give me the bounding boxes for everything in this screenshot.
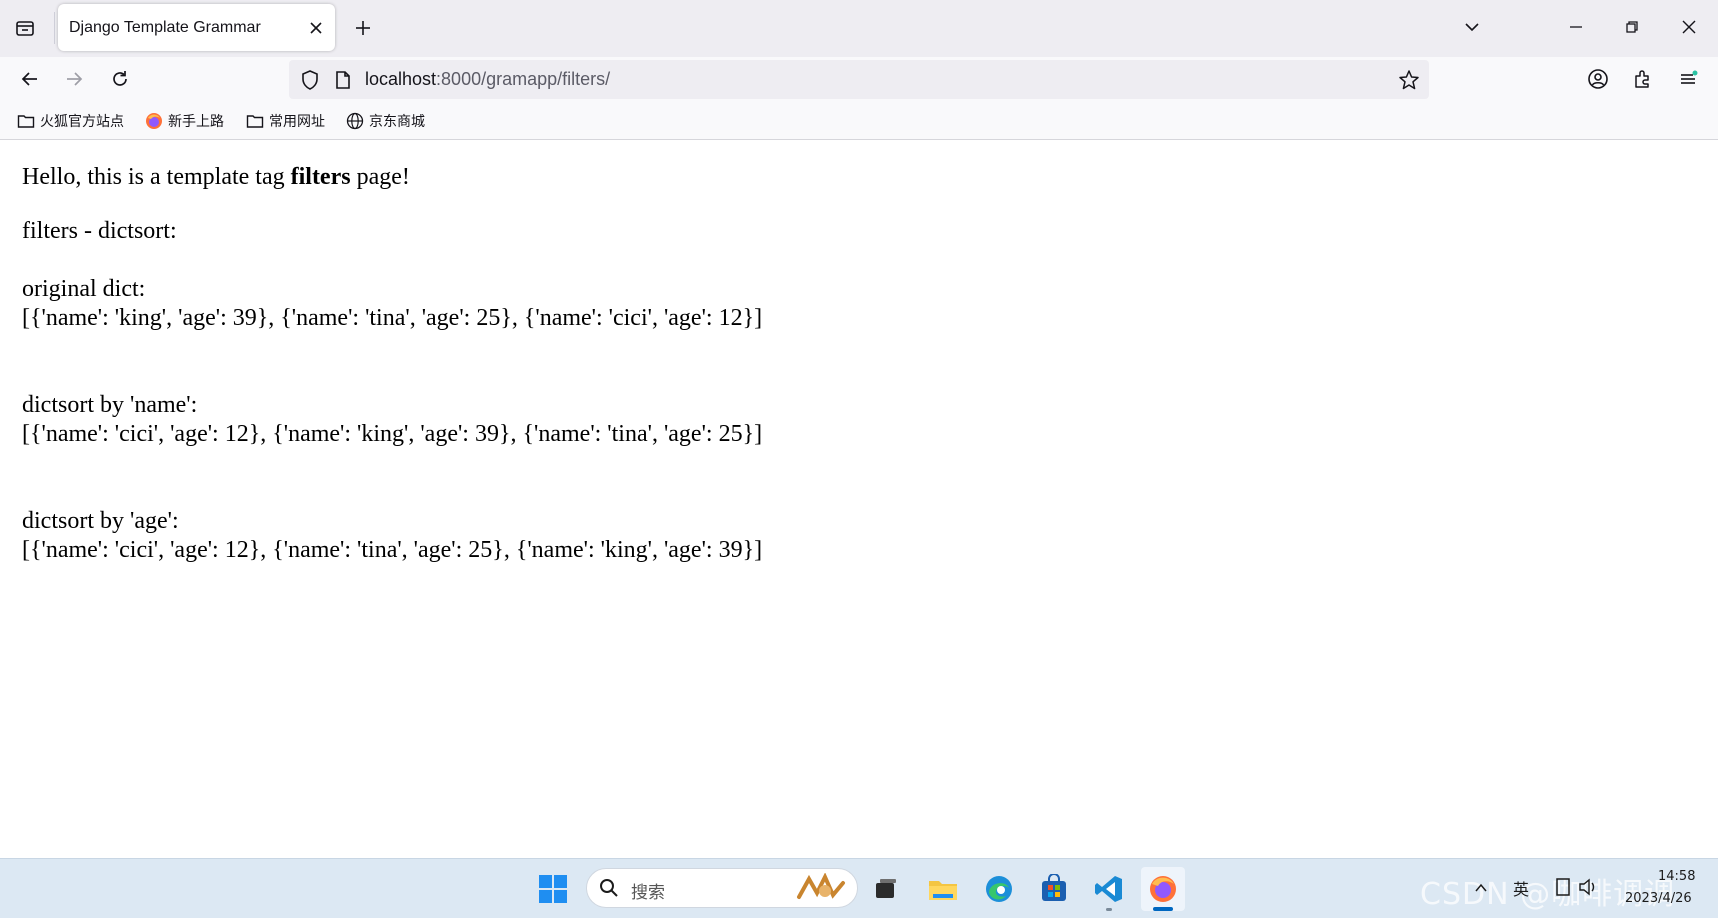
list-all-tabs-button[interactable] xyxy=(1449,5,1495,49)
arrow-left-icon xyxy=(21,72,37,86)
browser-window: Django Template Grammar localhost:8000/g… xyxy=(0,0,1718,918)
tab-strip: Django Template Grammar xyxy=(0,0,1718,57)
extensions-button[interactable] xyxy=(1625,61,1661,97)
close-icon xyxy=(1682,20,1696,34)
new-tab-button[interactable] xyxy=(345,10,381,46)
hamburger-menu-icon xyxy=(1681,70,1698,84)
running-indicator xyxy=(1106,908,1112,911)
back-button[interactable] xyxy=(12,61,48,97)
file-explorer-button[interactable] xyxy=(921,867,965,911)
firefox-view-button[interactable] xyxy=(6,10,44,46)
reload-icon xyxy=(113,71,127,86)
star-icon[interactable] xyxy=(1397,68,1421,92)
tab-separator xyxy=(54,12,55,44)
original-dict-label: original dict: xyxy=(22,276,146,302)
bookmark-label: 火狐官方站点 xyxy=(40,114,124,130)
folder-icon xyxy=(16,111,36,131)
reload-button[interactable] xyxy=(102,61,138,97)
section-title: filters - dictsort: xyxy=(22,218,177,244)
intro-text-bold: filters xyxy=(290,164,351,190)
plus-icon xyxy=(356,21,370,35)
taskbar-search-box[interactable]: 搜索 xyxy=(586,868,858,908)
account-button[interactable] xyxy=(1580,61,1616,97)
edge-browser-button[interactable] xyxy=(977,867,1021,911)
folder-icon xyxy=(929,881,957,900)
bookmarks-toolbar: 火狐官方站点 新手上路 常用网址 京东商城 xyxy=(0,102,1718,140)
network-icon[interactable] xyxy=(1554,877,1572,897)
restore-button[interactable] xyxy=(1609,5,1655,49)
url-path: :8000/gramapp/filters/ xyxy=(436,69,611,89)
edge-icon xyxy=(986,876,1012,902)
page-icon[interactable] xyxy=(332,69,354,91)
globe-icon xyxy=(345,111,365,131)
start-button[interactable] xyxy=(531,867,575,911)
search-highlight-icon xyxy=(797,873,845,899)
task-view-button[interactable] xyxy=(864,867,908,911)
windows-logo-icon xyxy=(539,875,567,903)
bookmark-label: 常用网址 xyxy=(269,114,325,130)
nav-bar: localhost:8000/gramapp/filters/ xyxy=(0,57,1718,102)
dictsort-name-value: [{'name': 'cici', 'age': 12}, {'name': '… xyxy=(22,421,763,447)
firefox-icon xyxy=(144,111,164,131)
page-content: Hello, this is a template tag filters pa… xyxy=(0,140,1718,858)
taskbar: 搜索 CSDN @咖啡调调 英 14:58 2023/4/26 xyxy=(0,858,1718,918)
url-bar[interactable]: localhost:8000/gramapp/filters/ xyxy=(289,60,1429,99)
minimize-icon xyxy=(1570,26,1582,28)
search-icon xyxy=(600,879,618,897)
bookmark-label: 京东商城 xyxy=(369,114,425,130)
bookmark-item-jd-mall[interactable]: 京东商城 xyxy=(345,109,425,133)
close-window-button[interactable] xyxy=(1666,5,1712,49)
folder-icon xyxy=(245,111,265,131)
menu-button[interactable] xyxy=(1670,61,1706,97)
arrow-right-icon xyxy=(67,72,83,86)
firefox-icon xyxy=(1150,876,1176,902)
vscode-icon xyxy=(1095,876,1122,902)
close-icon xyxy=(310,22,322,34)
vscode-button[interactable] xyxy=(1087,867,1131,911)
intro-text: Hello, this is a template tag filters pa… xyxy=(22,164,410,191)
clock-date[interactable]: 2023/4/26 xyxy=(1625,891,1692,906)
volume-icon[interactable] xyxy=(1578,877,1600,897)
restore-icon xyxy=(1626,21,1638,33)
tab-close-button[interactable] xyxy=(303,15,329,41)
firefox-view-icon xyxy=(16,21,34,36)
clock-time[interactable]: 14:58 xyxy=(1658,869,1695,884)
original-dict-value: [{'name': 'king', 'age': 39}, {'name': '… xyxy=(22,305,763,331)
task-view-icon xyxy=(876,879,896,898)
bookmark-item-firefox-official[interactable]: 火狐官方站点 xyxy=(16,109,124,133)
chevron-down-icon xyxy=(1465,23,1479,32)
bookmark-item-common-sites[interactable]: 常用网址 xyxy=(245,109,325,133)
input-language-indicator[interactable]: 英 xyxy=(1513,876,1529,900)
dictsort-age-value: [{'name': 'cici', 'age': 12}, {'name': '… xyxy=(22,537,763,563)
intro-text-end: page! xyxy=(350,164,410,190)
microsoft-store-button[interactable] xyxy=(1032,867,1076,911)
bookmark-item-getting-started[interactable]: 新手上路 xyxy=(144,109,224,133)
dictsort-age-label: dictsort by 'age': xyxy=(22,508,179,534)
shield-icon[interactable] xyxy=(299,69,321,91)
store-icon xyxy=(1042,874,1066,901)
tab-active[interactable]: Django Template Grammar xyxy=(58,4,335,51)
url-host: localhost xyxy=(365,69,437,89)
dictsort-name-label: dictsort by 'name': xyxy=(22,392,198,418)
search-placeholder: 搜索 xyxy=(631,883,665,903)
active-app-indicator xyxy=(1153,907,1173,911)
account-icon xyxy=(1588,69,1608,89)
url-text[interactable]: localhost:8000/gramapp/filters/ xyxy=(365,69,610,90)
intro-text-start: Hello, this is a template tag xyxy=(22,164,291,190)
firefox-taskbar-button[interactable] xyxy=(1141,867,1185,911)
minimize-button[interactable] xyxy=(1553,5,1599,49)
chevron-up-icon[interactable] xyxy=(1474,881,1488,895)
bookmark-label: 新手上路 xyxy=(168,114,224,130)
forward-button[interactable] xyxy=(56,61,92,97)
tab-title: Django Template Grammar xyxy=(69,19,261,36)
puzzle-icon xyxy=(1635,70,1649,88)
